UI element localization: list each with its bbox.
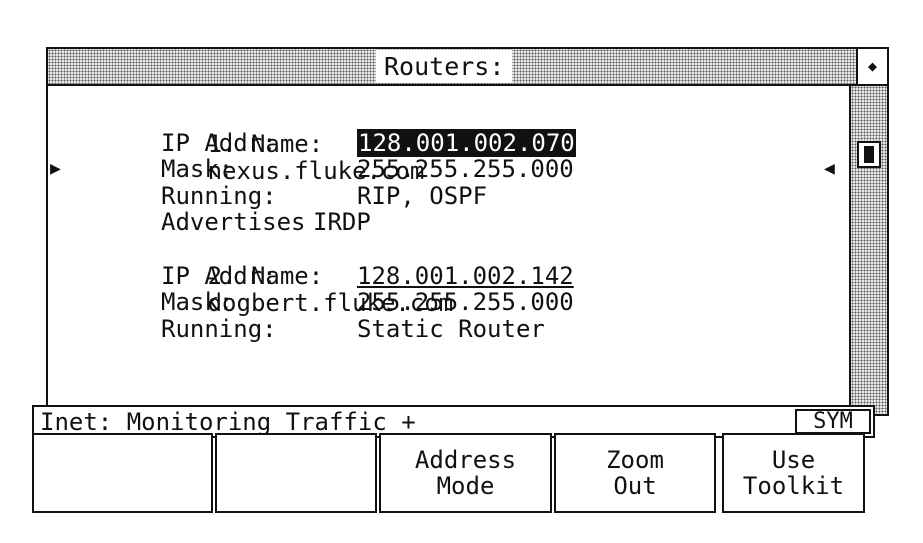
- address-mode-button[interactable]: Address Mode: [379, 433, 552, 513]
- diamond-icon: ◆: [867, 57, 878, 75]
- vertical-scrollbar[interactable]: [849, 86, 887, 414]
- router-2-mask-label: Mask:: [161, 288, 234, 316]
- use-toolkit-button[interactable]: Use Toolkit: [722, 433, 865, 513]
- zoom-out-line2: Out: [613, 472, 657, 500]
- device-screen: Routers: ◆ ▶ ◀ 1. Name: nexus.fluke.com …: [32, 25, 889, 513]
- router-1-running-label: Running:: [161, 182, 277, 210]
- address-mode-line2: Mode: [436, 472, 495, 500]
- router-1-running: RIP, OSPF: [357, 182, 488, 210]
- scroll-position-icon: ◀: [824, 158, 835, 179]
- address-mode-line1: Address: [414, 446, 517, 474]
- router-2-ip-label: IP Addr:: [161, 262, 277, 290]
- zoom-out-line1: Zoom: [606, 446, 664, 474]
- window-title: Routers:: [376, 50, 513, 83]
- softkey-1[interactable]: [32, 433, 213, 513]
- sym-indicator: SYM: [795, 409, 871, 434]
- router-1-advertises: IRDP: [313, 208, 371, 236]
- use-toolkit-line1: Use: [771, 446, 816, 474]
- status-text: Inet: Monitoring Traffic +: [40, 408, 416, 436]
- close-box[interactable]: ◆: [856, 49, 887, 84]
- scrollbar-thumb[interactable]: [857, 141, 881, 168]
- zoom-out-button[interactable]: Zoom Out: [554, 433, 716, 513]
- selection-marker-icon: ▶: [50, 158, 61, 179]
- title-bar: Routers: ◆: [48, 49, 887, 86]
- use-toolkit-line2: Toolkit: [742, 472, 845, 500]
- router-list: ▶ ◀ 1. Name: nexus.fluke.com IP Addr: 12…: [48, 86, 849, 414]
- router-2-running: Static Router: [357, 315, 545, 343]
- router-2-running-label: Running:: [161, 315, 277, 343]
- router-1-mask-label: Mask:: [161, 155, 234, 183]
- router-1-advertises-label: Advertises: [161, 208, 306, 236]
- router-2-mask: 255.255.255.000: [357, 288, 574, 316]
- scrollbar-thumb-grip: [864, 146, 874, 163]
- routers-window: Routers: ◆ ▶ ◀ 1. Name: nexus.fluke.com …: [46, 47, 889, 416]
- router-2-ip[interactable]: 128.001.002.142: [357, 262, 574, 290]
- router-1-ip-label: IP Addr:: [161, 129, 277, 157]
- router-1-ip[interactable]: 128.001.002.070: [357, 129, 576, 157]
- router-1-mask: 255.255.255.000: [357, 155, 574, 183]
- softkey-2[interactable]: [215, 433, 377, 513]
